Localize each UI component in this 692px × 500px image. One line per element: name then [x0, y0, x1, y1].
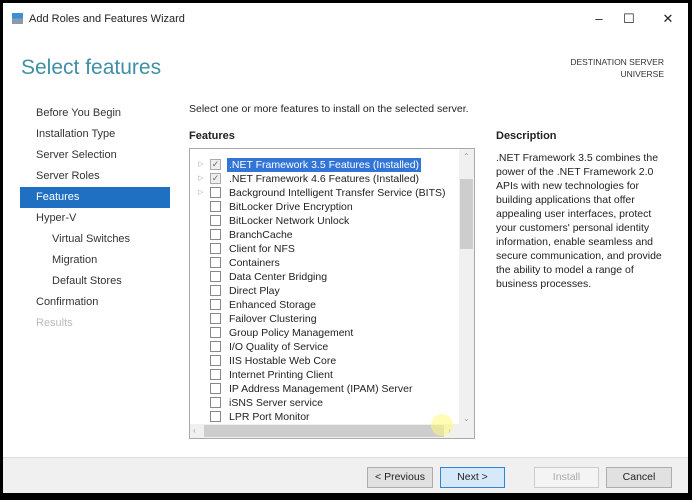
feature-label: Internet Printing Client [229, 369, 333, 381]
scroll-up-icon[interactable]: ⌃ [463, 152, 470, 161]
cancel-button[interactable]: Cancel [606, 467, 672, 488]
feature-checkbox[interactable] [210, 313, 221, 324]
nav-step-migration[interactable]: Migration [20, 250, 170, 271]
feature-label: .NET Framework 3.5 Features (Installed) [227, 158, 422, 172]
feature-label: I/O Quality of Service [229, 341, 329, 353]
wizard-steps-nav: Before You Begin Installation Type Server … [20, 103, 170, 334]
feature-label: Data Center Bridging [229, 271, 328, 283]
destination-server: DESTINATION SERVER UNIVERSE [570, 56, 664, 80]
feature-checkbox[interactable] [210, 369, 221, 380]
feature-checkbox[interactable] [210, 243, 221, 254]
feature-label: BranchCache [229, 229, 293, 241]
wizard-footer: < Previous Next > Install Cancel [3, 457, 688, 493]
scroll-down-icon[interactable]: ⌄ [463, 414, 470, 423]
feature-checkbox[interactable] [210, 397, 221, 408]
feature-label: Group Policy Management [229, 327, 354, 339]
title-bar: Add Roles and Features Wizard – ☐ ✕ [3, 3, 688, 35]
feature-checkbox[interactable] [210, 327, 221, 338]
feature-label: BitLocker Network Unlock [229, 215, 350, 227]
feature-checkbox[interactable] [210, 411, 221, 422]
feature-label: Enhanced Storage [229, 299, 316, 311]
feature-label: IIS Hostable Web Core [229, 355, 337, 367]
feature-label: iSNS Server service [229, 397, 323, 409]
previous-button[interactable]: < Previous [367, 467, 433, 488]
feature-checkbox[interactable] [210, 271, 221, 282]
vertical-scroll-thumb[interactable] [460, 179, 473, 249]
nav-step-server-selection[interactable]: Server Selection [20, 145, 170, 166]
window-title: Add Roles and Features Wizard [29, 13, 185, 25]
feature-checkbox[interactable] [210, 257, 221, 268]
description-heading: Description [496, 130, 557, 142]
feature-label: BitLocker Drive Encryption [229, 201, 353, 213]
feature-checkbox[interactable] [210, 341, 221, 352]
feature-checkbox[interactable] [210, 299, 221, 310]
feature-checkbox[interactable] [210, 285, 221, 296]
feature-checkbox[interactable] [210, 201, 221, 212]
nav-step-confirmation[interactable]: Confirmation [20, 292, 170, 313]
feature-label: Direct Play [229, 285, 280, 297]
feature-label: Background Intelligent Transfer Service … [229, 187, 446, 199]
page-title: Select features [21, 56, 162, 79]
close-button[interactable]: ✕ [651, 9, 685, 29]
nav-step-features[interactable]: Features [20, 187, 170, 208]
destination-label: DESTINATION SERVER [570, 57, 664, 67]
install-button[interactable]: Install [534, 467, 599, 488]
nav-step-virtual-switches[interactable]: Virtual Switches [20, 229, 170, 250]
maximize-button[interactable]: ☐ [612, 9, 646, 29]
feature-label: .NET Framework 4.6 Features (Installed) [229, 173, 420, 185]
nav-step-before-you-begin[interactable]: Before You Begin [20, 103, 170, 124]
destination-value: UNIVERSE [620, 69, 664, 79]
feature-checkbox[interactable] [210, 215, 221, 226]
scroll-left-icon[interactable]: ‹ [193, 426, 196, 435]
nav-step-default-stores[interactable]: Default Stores [20, 271, 170, 292]
next-button[interactable]: Next > [440, 467, 505, 488]
nav-step-results: Results [36, 317, 73, 329]
mouse-cursor-highlight [431, 414, 453, 436]
horizontal-scroll-thumb[interactable] [204, 425, 444, 437]
expand-icon[interactable]: ▷ [198, 186, 203, 200]
features-tree[interactable]: ▷ ✓ .NET Framework 3.5 Features (Installed… [189, 148, 475, 439]
feature-checkbox[interactable]: ✓ [210, 173, 221, 184]
expand-icon[interactable]: ▷ [198, 158, 203, 172]
feature-label: Containers [229, 257, 280, 269]
feature-label: IP Address Management (IPAM) Server [229, 383, 413, 395]
feature-checkbox[interactable] [210, 383, 221, 394]
minimize-button[interactable]: – [582, 9, 616, 29]
features-heading: Features [189, 130, 235, 142]
feature-label: Client for NFS [229, 243, 295, 255]
feature-checkbox[interactable] [210, 229, 221, 240]
feature-label: LPR Port Monitor [229, 411, 310, 423]
expand-icon[interactable]: ▷ [198, 172, 203, 186]
vertical-scrollbar[interactable]: ⌃ ⌄ [459, 149, 474, 425]
nav-step-installation-type[interactable]: Installation Type [20, 124, 170, 145]
server-manager-icon [12, 13, 23, 24]
description-text: .NET Framework 3.5 combines the power of… [496, 152, 662, 290]
feature-label: Failover Clustering [229, 313, 317, 325]
nav-step-hyper-v[interactable]: Hyper-V [20, 208, 170, 229]
instructions: Select one or more features to install o… [189, 103, 469, 115]
feature-checkbox[interactable] [210, 187, 221, 198]
feature-checkbox[interactable]: ✓ [210, 159, 221, 170]
nav-step-server-roles[interactable]: Server Roles [20, 166, 170, 187]
wizard-window: Add Roles and Features Wizard – ☐ ✕ Sele… [3, 3, 688, 493]
feature-checkbox[interactable] [210, 355, 221, 366]
